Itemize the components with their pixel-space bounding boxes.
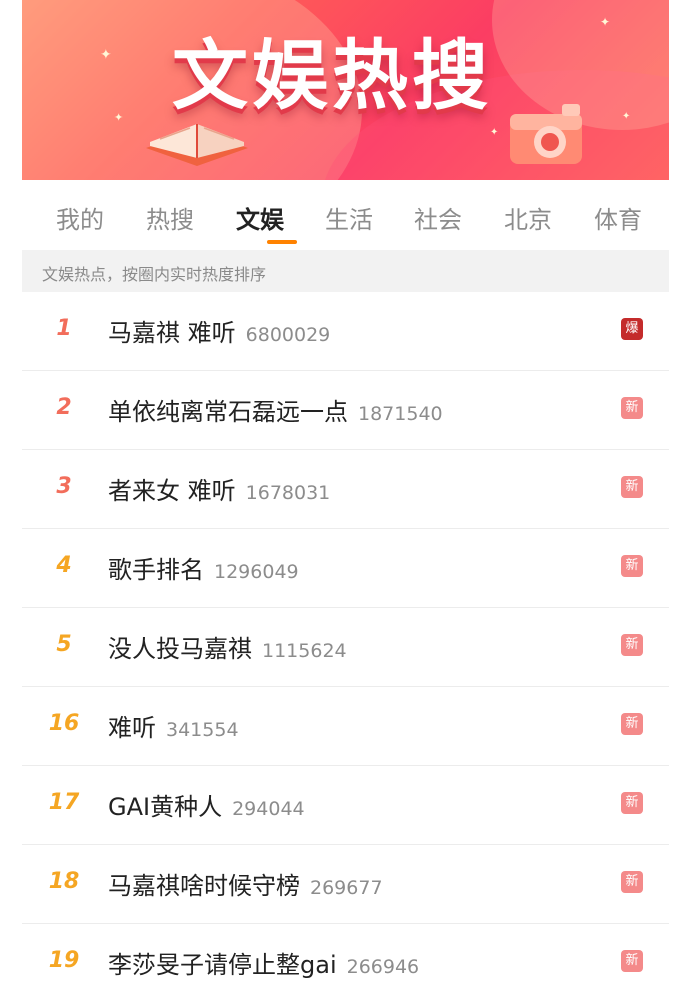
sparkle-icon: ✦ bbox=[490, 127, 499, 138]
rank-number: 16 bbox=[48, 711, 80, 736]
topic: 李莎旻子请停止整gai 266946 bbox=[108, 945, 419, 980]
heat-count: 1115624 bbox=[262, 640, 347, 662]
new-badge: 新 bbox=[621, 792, 643, 814]
new-badge: 新 bbox=[621, 397, 643, 419]
rank-number: 17 bbox=[48, 790, 80, 815]
new-badge: 新 bbox=[621, 476, 643, 498]
rank-number: 4 bbox=[56, 553, 72, 578]
list-item[interactable]: 18 马嘉祺啥时候守榜 269677 新 bbox=[22, 845, 669, 924]
list-item[interactable]: 16 难听 341554 新 bbox=[22, 687, 669, 766]
topic-title[interactable]: 者来女 难听 bbox=[108, 477, 236, 505]
rank-number: 5 bbox=[56, 632, 72, 657]
sparkle-icon: ✦ bbox=[622, 111, 631, 122]
tab-mine[interactable]: 我的 bbox=[56, 200, 104, 235]
list-item[interactable]: 5 没人投马嘉祺 1115624 新 bbox=[22, 608, 669, 687]
camera-icon bbox=[510, 104, 582, 164]
sparkle-icon: ✦ bbox=[114, 111, 124, 124]
topic: 难听 341554 bbox=[108, 708, 239, 743]
rank-number: 3 bbox=[56, 474, 72, 499]
topic-title[interactable]: GAI黄种人 bbox=[108, 793, 222, 821]
heat-count: 341554 bbox=[166, 719, 239, 741]
sparkle-icon: ✦ bbox=[600, 15, 611, 29]
list-item[interactable]: 2 单依纯离常石磊远一点 1871540 新 bbox=[22, 371, 669, 450]
topic: 者来女 难听 1678031 bbox=[108, 471, 330, 506]
tab-society[interactable]: 社会 bbox=[414, 200, 462, 235]
tab-entertainment[interactable]: 文娱 bbox=[236, 200, 284, 235]
heat-count: 266946 bbox=[346, 956, 420, 978]
hot-badge: 爆 bbox=[621, 318, 643, 340]
sparkle-icon: ✦ bbox=[100, 47, 112, 63]
tab-beijing[interactable]: 北京 bbox=[504, 200, 552, 235]
heat-count: 1678031 bbox=[245, 482, 331, 504]
rank-number: 19 bbox=[48, 948, 80, 973]
tab-life[interactable]: 生活 bbox=[325, 200, 373, 235]
topic: 单依纯离常石磊远一点 1871540 bbox=[108, 392, 443, 427]
list-item[interactable]: 17 GAI黄种人 294044 新 bbox=[22, 766, 669, 845]
list-item[interactable]: 3 者来女 难听 1678031 新 bbox=[22, 450, 669, 529]
tab-hot-search[interactable]: 热搜 bbox=[146, 200, 194, 235]
topic: 马嘉祺啥时候守榜 269677 bbox=[108, 866, 383, 901]
topic-title[interactable]: 马嘉祺啥时候守榜 bbox=[108, 872, 300, 900]
topic-title[interactable]: 马嘉祺 难听 bbox=[108, 319, 236, 347]
topic: 马嘉祺 难听 6800029 bbox=[108, 313, 330, 348]
topic: 没人投马嘉祺 1115624 bbox=[108, 629, 347, 664]
banner: ✦ ✦ ✦ ✦ ✦ 文娱热搜 bbox=[22, 0, 669, 180]
list-item[interactable]: 4 歌手排名 1296049 新 bbox=[22, 529, 669, 608]
tab-sports[interactable]: 体育 bbox=[594, 200, 642, 235]
topic: 歌手排名 1296049 bbox=[108, 550, 299, 585]
topic-title[interactable]: 没人投马嘉祺 bbox=[108, 635, 252, 663]
list-item[interactable]: 19 李莎旻子请停止整gai 266946 新 bbox=[22, 924, 669, 995]
page: ✦ ✦ ✦ ✦ ✦ 文娱热搜 我的 热搜 文娱 生活 社会 北京 体育 文娱热点… bbox=[0, 0, 690, 995]
rank-number: 1 bbox=[56, 316, 72, 341]
subtitle-text: 文娱热点，按圈内实时热度排序 bbox=[42, 265, 267, 284]
new-badge: 新 bbox=[621, 634, 643, 656]
rank-number: 18 bbox=[48, 869, 80, 894]
list-item[interactable]: 1 马嘉祺 难听 6800029 爆 bbox=[22, 292, 669, 371]
hot-search-list: 1 马嘉祺 难听 6800029 爆 2 单依纯离常石磊远一点 1871540 新 … bbox=[22, 292, 669, 995]
topic-title[interactable]: 歌手排名 bbox=[108, 556, 204, 584]
new-badge: 新 bbox=[621, 713, 643, 735]
heat-count: 1296049 bbox=[214, 561, 299, 583]
heat-count: 294044 bbox=[232, 798, 305, 820]
heat-count: 269677 bbox=[310, 877, 383, 899]
topic-title[interactable]: 单依纯离常石磊远一点 bbox=[108, 398, 348, 426]
tab-bar: 我的 热搜 文娱 生活 社会 北京 体育 bbox=[22, 180, 669, 248]
heat-count: 1871540 bbox=[358, 403, 443, 425]
active-tab-indicator bbox=[267, 240, 297, 244]
rank-number: 2 bbox=[56, 395, 72, 420]
topic-title[interactable]: 李莎旻子请停止整gai bbox=[108, 951, 337, 979]
new-badge: 新 bbox=[621, 950, 643, 972]
topic: GAI黄种人 294044 bbox=[108, 787, 305, 822]
topic-title[interactable]: 难听 bbox=[108, 714, 156, 742]
subtitle-bar: 文娱热点，按圈内实时热度排序 bbox=[22, 250, 669, 292]
new-badge: 新 bbox=[621, 555, 643, 577]
banner-title: 文娱热搜 bbox=[172, 31, 492, 120]
heat-count: 6800029 bbox=[245, 324, 331, 346]
new-badge: 新 bbox=[621, 871, 643, 893]
